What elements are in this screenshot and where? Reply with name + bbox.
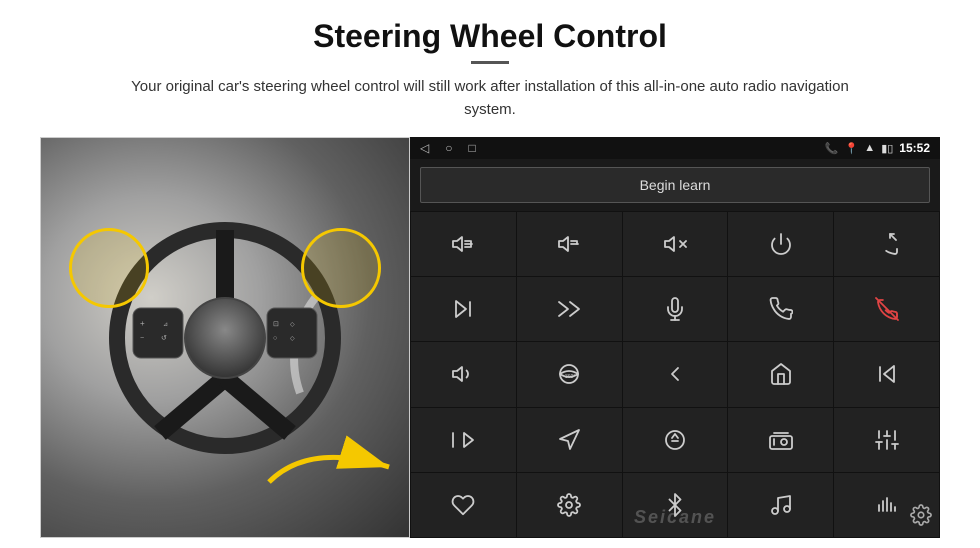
svg-text:◇: ◇ xyxy=(290,322,295,328)
recent-nav-icon[interactable]: □ xyxy=(468,141,475,155)
icon-grid: 360° xyxy=(410,211,940,538)
svg-text:◇: ◇ xyxy=(290,336,295,342)
mic-button[interactable] xyxy=(623,277,728,341)
next-track-button[interactable] xyxy=(411,277,516,341)
fast-forward-button[interactable] xyxy=(411,408,516,472)
svg-text:−: − xyxy=(140,335,144,342)
car-image: + ⊿ − ↺ ⊡ ◇ ○ ◇ xyxy=(40,137,410,538)
svg-text:○: ○ xyxy=(273,335,277,342)
eject-button[interactable] xyxy=(623,408,728,472)
music-button[interactable] xyxy=(728,473,833,537)
mute-button[interactable] xyxy=(623,212,728,276)
settings-gear-button[interactable] xyxy=(910,504,932,532)
page-subtitle: Your original car's steering wheel contr… xyxy=(110,76,870,121)
highlight-circle-right xyxy=(301,228,381,308)
svg-text:↺: ↺ xyxy=(161,335,167,342)
nav-bar: ◁ ○ □ xyxy=(420,141,476,155)
fast-forward-skip-button[interactable] xyxy=(517,277,622,341)
radio-button[interactable] xyxy=(728,408,833,472)
phone-status-icon: 📞 xyxy=(825,142,839,155)
svg-text:⊡: ⊡ xyxy=(273,321,279,328)
yellow-arrow xyxy=(259,432,399,507)
bluetooth-button[interactable] xyxy=(623,473,728,537)
status-bar: ◁ ○ □ 📞 📍 ▲ ▮▯ 15:52 xyxy=(410,137,940,159)
android-panel: ◁ ○ □ 📞 📍 ▲ ▮▯ 15:52 Begin learn xyxy=(410,137,940,538)
location-status-icon: 📍 xyxy=(845,142,859,155)
begin-learn-button[interactable]: Begin learn xyxy=(420,167,930,203)
phone-end-button[interactable] xyxy=(834,277,939,341)
phone-answer-button[interactable] xyxy=(728,277,833,341)
content-area: + ⊿ − ↺ ⊡ ◇ ○ ◇ xyxy=(40,137,940,538)
page-title: Steering Wheel Control xyxy=(313,18,667,55)
status-right: 📞 📍 ▲ ▮▯ 15:52 xyxy=(825,141,930,155)
time-display: 15:52 xyxy=(899,141,930,155)
vol-down-button[interactable] xyxy=(517,212,622,276)
home-nav-icon[interactable]: ○ xyxy=(445,141,452,155)
vol-up-button[interactable] xyxy=(411,212,516,276)
back-button[interactable] xyxy=(623,342,728,406)
back-nav-icon[interactable]: ◁ xyxy=(420,141,429,155)
svg-text:+: + xyxy=(140,319,145,328)
power-button[interactable] xyxy=(728,212,833,276)
speaker-button[interactable] xyxy=(411,342,516,406)
skip-back-button[interactable] xyxy=(834,342,939,406)
settings2-button[interactable] xyxy=(517,473,622,537)
home-button[interactable] xyxy=(728,342,833,406)
begin-learn-row: Begin learn xyxy=(410,159,940,211)
phone-prev-button[interactable] xyxy=(834,212,939,276)
wifi-status-icon: ▲ xyxy=(864,142,875,154)
page: Steering Wheel Control Your original car… xyxy=(0,0,980,548)
car-image-inner: + ⊿ − ↺ ⊡ ◇ ○ ◇ xyxy=(41,138,409,537)
highlight-circle-left xyxy=(69,228,149,308)
mic2-button[interactable] xyxy=(411,473,516,537)
360-view-button[interactable]: 360° xyxy=(517,342,622,406)
battery-status-icon: ▮▯ xyxy=(881,142,893,155)
svg-text:⊿: ⊿ xyxy=(163,322,168,328)
title-divider xyxy=(471,61,509,64)
svg-text:360°: 360° xyxy=(565,374,575,380)
equalizer-button[interactable] xyxy=(834,408,939,472)
navigate-button[interactable] xyxy=(517,408,622,472)
